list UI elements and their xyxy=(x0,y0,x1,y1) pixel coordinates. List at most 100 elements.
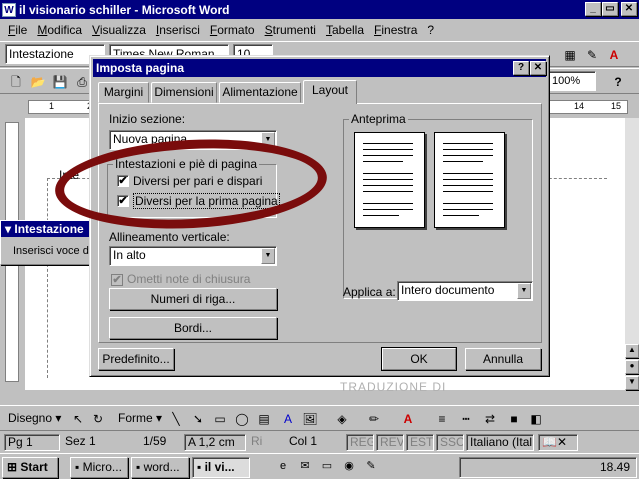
arrow-icon[interactable]: ➘ xyxy=(188,409,208,429)
dash-style-icon[interactable]: ┅ xyxy=(456,409,476,429)
taskbar-task-word[interactable]: ▪ word... xyxy=(131,457,189,478)
status-est[interactable]: EST xyxy=(406,434,434,451)
taskbar-task-active[interactable]: ▪ il vi... xyxy=(192,457,250,478)
draw-menu-button[interactable]: Disegno ▾ xyxy=(8,411,61,425)
chevron-down-icon[interactable]: ▼ xyxy=(261,132,275,148)
dialog-title: Imposta pagina xyxy=(96,61,185,75)
insert-autotext-button[interactable]: Inserisci voce di xyxy=(1,237,99,257)
menu-strumenti[interactable]: Strumenti xyxy=(261,23,322,37)
status-page: Pg 1 xyxy=(4,434,60,451)
free-rotate-icon[interactable]: ↻ xyxy=(88,409,108,429)
select-pointer-icon[interactable]: ↖ xyxy=(68,409,88,429)
menu-bar: File Modifica Visualizza Inserisci Forma… xyxy=(0,20,639,40)
menu-visualizza[interactable]: Visualizza xyxy=(88,23,152,37)
windows-taskbar: ⊞ Start ▪ Micro... ▪ word... ▪ il vi... … xyxy=(0,453,639,479)
quick-launch-icon[interactable]: ✎ xyxy=(364,459,378,473)
highlight-icon[interactable]: ✎ xyxy=(582,45,602,65)
preview-page-right xyxy=(434,132,505,228)
first-page-checkbox[interactable]: ✔ xyxy=(117,195,129,207)
draw-font-color-icon[interactable]: A xyxy=(398,409,418,429)
ok-button[interactable]: OK xyxy=(382,348,456,370)
oval-icon[interactable]: ◯ xyxy=(232,409,252,429)
autoshapes-menu-button[interactable]: Forme ▾ xyxy=(118,411,162,425)
dialog-close-button[interactable]: ✕ xyxy=(530,61,546,75)
minimize-button[interactable]: _ xyxy=(585,2,601,16)
status-rev[interactable]: REV xyxy=(376,434,404,451)
scroll-select-object-icon[interactable]: ● xyxy=(625,360,639,374)
tab-layout[interactable]: Layout xyxy=(303,80,357,104)
fill-color-icon[interactable]: ◈ xyxy=(332,409,352,429)
taskbar-task-micro[interactable]: ▪ Micro... xyxy=(70,457,128,478)
menu-inserisci[interactable]: Inserisci xyxy=(152,23,206,37)
odd-even-checkbox[interactable]: ✔ xyxy=(117,175,129,187)
status-at: A 1,2 cm xyxy=(184,434,246,451)
scroll-next-page-icon[interactable]: ▼ xyxy=(625,376,639,390)
window-title: il visionario schiller - Microsoft Word xyxy=(19,2,230,17)
font-color-icon[interactable]: A xyxy=(604,45,624,65)
borders-button[interactable]: Bordi... xyxy=(109,317,277,339)
menu-help[interactable]: ? xyxy=(423,23,440,37)
header-footer-toolbar[interactable]: ▾ Intestazione Inserisci voce di xyxy=(0,220,100,265)
close-button[interactable]: ✕ xyxy=(621,2,637,16)
chevron-down-icon[interactable]: ▼ xyxy=(261,248,275,264)
vertical-scrollbar[interactable]: ▲ ● ▼ xyxy=(625,118,639,390)
line-color-icon[interactable]: ✏ xyxy=(364,409,384,429)
background-watermark: TRADUZIONE DI xyxy=(340,380,447,394)
word-app-icon[interactable]: W xyxy=(2,2,16,17)
line-style-icon[interactable]: ≡ xyxy=(432,409,452,429)
wordart-icon[interactable]: A xyxy=(278,409,298,429)
line-numbers-button[interactable]: Numeri di riga... xyxy=(109,288,277,310)
status-reg[interactable]: REG xyxy=(346,434,374,451)
preview-label: Anteprima xyxy=(349,112,408,126)
clock[interactable]: 18.49 xyxy=(600,460,630,474)
3d-icon[interactable]: ◧ xyxy=(526,409,546,429)
save-icon[interactable]: 💾 xyxy=(50,72,70,92)
header-toolbar-title[interactable]: ▾ Intestazione xyxy=(1,221,99,237)
preview-page-left xyxy=(354,132,425,228)
status-language[interactable]: Italiano (Ital xyxy=(466,434,534,451)
status-pages: 1/59 xyxy=(143,434,167,448)
channels-icon[interactable]: ◉ xyxy=(342,459,356,473)
dialog-help-button[interactable]: ? xyxy=(513,61,529,75)
status-ssc[interactable]: SSC xyxy=(436,434,464,451)
desktop-icon[interactable]: ▭ xyxy=(320,459,334,473)
menu-formato[interactable]: Formato xyxy=(206,23,261,37)
section-start-value: Nuova pagina xyxy=(113,132,188,146)
zoom-combo[interactable]: 100% xyxy=(548,71,596,91)
tab-alimentazione[interactable]: Alimentazione xyxy=(219,82,301,103)
vertical-alignment-combo[interactable]: In alto ▼ xyxy=(109,246,277,266)
ie-icon[interactable]: e xyxy=(276,459,290,473)
section-start-combo[interactable]: Nuova pagina ▼ xyxy=(109,130,277,150)
open-folder-icon[interactable]: 📂 xyxy=(28,72,48,92)
dialog-title-bar[interactable]: Imposta pagina ? ✕ xyxy=(93,59,546,77)
scroll-prev-page-icon[interactable]: ▲ xyxy=(625,344,639,358)
rectangle-icon[interactable]: ▭ xyxy=(210,409,230,429)
apply-to-combo[interactable]: Intero documento ▼ xyxy=(397,281,533,301)
menu-tabella[interactable]: Tabella xyxy=(322,23,370,37)
outlook-icon[interactable]: ✉ xyxy=(298,459,312,473)
new-document-icon[interactable]: 🗋 xyxy=(6,72,26,92)
help-icon[interactable]: ? xyxy=(608,72,628,92)
style-value: Intestazione xyxy=(9,47,74,61)
tab-margini[interactable]: Margini xyxy=(98,82,149,103)
clip-art-icon[interactable]: 🖼 xyxy=(300,409,320,429)
header-label: Inte xyxy=(59,168,80,182)
tab-dimensioni[interactable]: Dimensioni xyxy=(151,82,217,103)
apply-to-value: Intero documento xyxy=(401,283,495,297)
menu-modifica[interactable]: Modifica xyxy=(33,23,88,37)
default-button[interactable]: Predefinito... xyxy=(98,348,174,370)
arrow-style-icon[interactable]: ⇄ xyxy=(480,409,500,429)
word-title-bar[interactable]: W il visionario schiller - Microsoft Wor… xyxy=(0,0,639,19)
shadow-icon[interactable]: ■ xyxy=(504,409,524,429)
line-icon[interactable]: ╲ xyxy=(166,409,186,429)
cancel-button[interactable]: Annulla xyxy=(465,348,541,370)
text-box-icon[interactable]: ▤ xyxy=(254,409,274,429)
menu-file[interactable]: File xyxy=(4,23,33,37)
menu-finestra[interactable]: Finestra xyxy=(370,23,423,37)
maximize-button[interactable]: ▭ xyxy=(602,2,618,16)
start-button[interactable]: ⊞ Start xyxy=(2,457,58,478)
spelling-check-icon[interactable]: 📖✕ xyxy=(538,434,578,451)
chevron-down-icon[interactable]: ▼ xyxy=(517,283,531,299)
borders-icon[interactable]: ▦ xyxy=(560,45,580,65)
status-section: Sez 1 xyxy=(65,434,96,448)
